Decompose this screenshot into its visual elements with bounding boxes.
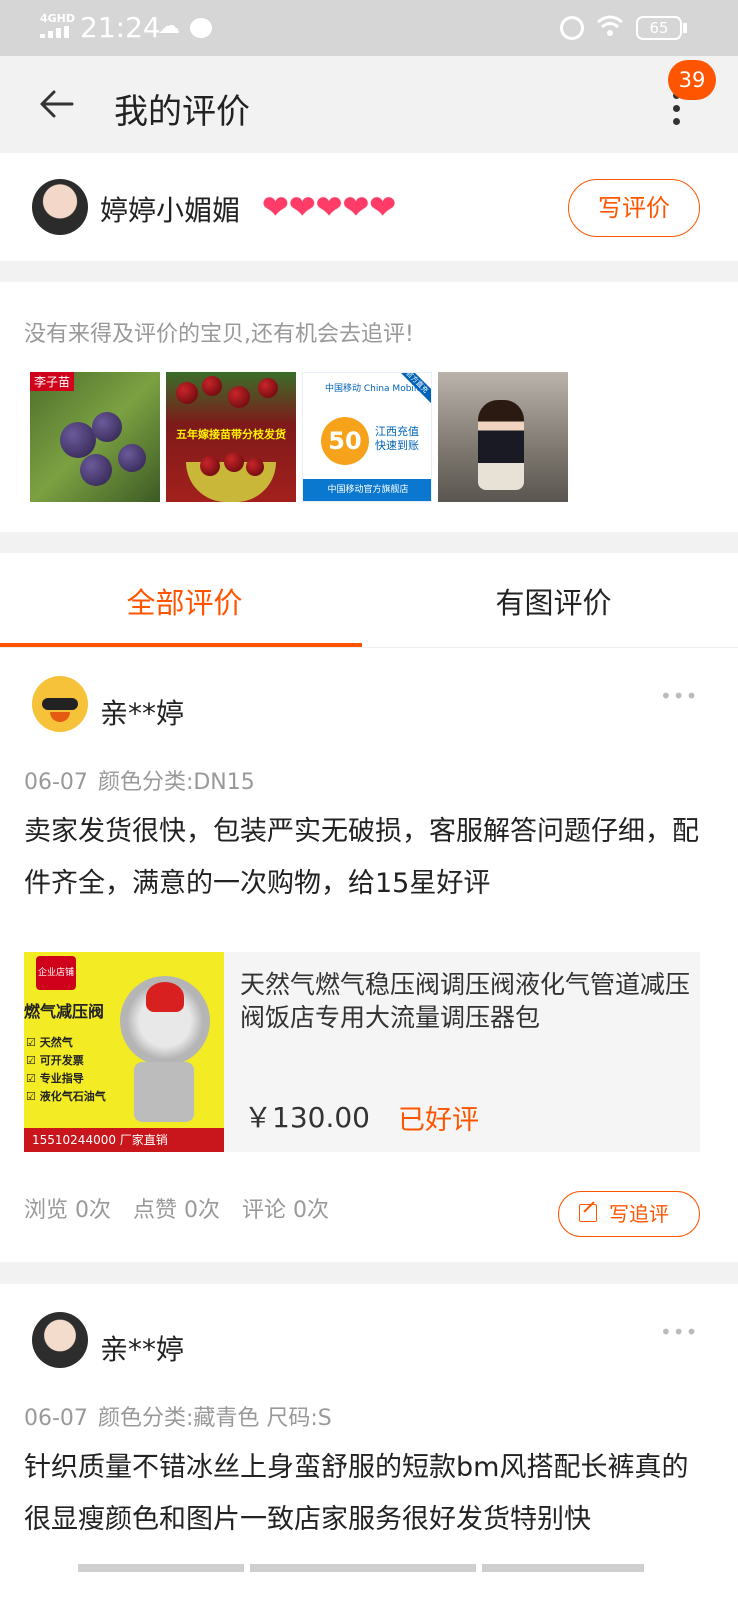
network-type: 4GHD — [40, 12, 76, 25]
signal-icon — [40, 26, 70, 38]
battery-tip — [683, 23, 687, 33]
page-title: 我的评价 — [114, 92, 250, 132]
product-image-bullets: ☑ 天然气 ☑ 可开发票 ☑ 专业指导 ☑ 液化气石油气 — [26, 1036, 106, 1103]
like-count: 点赞 0次 — [133, 1198, 220, 1223]
product-image: 企业店铺 燃气减压阀 ☑ 天然气 ☑ 可开发票 ☑ 专业指导 ☑ 液化气石油气 … — [24, 952, 224, 1152]
review-text: 针织质量不错冰丝上身蛮舒服的短款bm风搭配长裤真的很显瘦颜色和图片一致店家服务很… — [24, 1452, 689, 1535]
tab-all-reviews[interactable]: 全部评价 — [0, 553, 369, 648]
view-count: 浏览 0次 — [24, 1198, 111, 1223]
review-meta: 06-07 颜色分类:DN15 — [24, 764, 265, 796]
review-card: 亲**婷 ••• 06-07 颜色分类:DN15 卖家发货很快，包装严实无破损，客… — [0, 648, 738, 1262]
back-arrow-icon[interactable] — [38, 86, 74, 122]
pending-item-cherry[interactable]: 五年嫁接苗带分枝发货 — [166, 372, 296, 502]
pending-review-section: 没有来得及评价的宝贝,还有机会去追评! 李子苗 五年嫁接苗带分枝发货 中国移动 … — [0, 282, 738, 532]
review-date: 06-07 — [24, 1406, 88, 1431]
battery-icon: 65 — [636, 16, 682, 40]
top-nav: 我的评价 39 — [0, 56, 738, 153]
reviewed-product[interactable]: 企业店铺 燃气减压阀 ☑ 天然气 ☑ 可开发票 ☑ 专业指导 ☑ 液化气石油气 … — [24, 952, 700, 1152]
product-image-footer: 15510244000 厂家直销 — [24, 1128, 224, 1152]
user-name: 婷婷小媚媚 — [100, 194, 241, 227]
reviewer-avatar[interactable] — [32, 1312, 88, 1368]
reviewer-name: 亲**婷 — [100, 697, 185, 730]
heart-icon: ❤ — [262, 188, 289, 226]
store-badge: 企业店铺 — [36, 956, 76, 990]
review-card: 亲**婷 ••• 06-07 颜色分类:藏青色 尺码:S 针织质量不错冰丝上身蛮舒… — [0, 1284, 738, 1600]
alarm-icon — [560, 16, 584, 40]
recharge-text: 江西充值 快速到账 — [375, 425, 419, 452]
review-spec: 颜色分类:藏青色 尺码:S — [97, 1406, 332, 1431]
message-icon — [190, 18, 212, 38]
pending-item-mobile-recharge[interactable]: 中国移动 China Mobile 官方直充 50 江西充值 快速到账 中国移动… — [302, 372, 432, 502]
thumbnail-caption: 五年嫁接苗带分枝发货 — [176, 428, 286, 441]
heart-icon: ❤ — [369, 188, 397, 226]
review-text: 卖家发货很快，包装严实无破损，客服解答问题仔细，配件齐全，满意的一次购物，给15… — [24, 816, 699, 899]
product-title: 天然气燃气稳压阀调压阀液化气管道减压阀饭店专用大流量调压器包 — [240, 970, 691, 1032]
thumbnail-tag: 李子苗 — [30, 372, 75, 391]
notification-badge: 39 — [668, 60, 716, 100]
review-spec: 颜色分类:DN15 — [97, 770, 255, 795]
wifi-icon — [597, 15, 623, 36]
pending-item-plum[interactable]: 李子苗 — [30, 372, 160, 502]
write-followup-label: 写追评 — [609, 1202, 669, 1226]
heart-icon: ❤ — [315, 188, 343, 226]
recharge-amount: 50 — [321, 417, 369, 465]
heart-icon: ❤ — [288, 188, 316, 226]
reviewer-avatar[interactable] — [32, 676, 88, 732]
review-status: 已好评 — [398, 1105, 479, 1136]
user-avatar[interactable] — [32, 179, 88, 235]
clock: 21:24 — [80, 11, 161, 44]
write-review-button[interactable]: 写评价 — [568, 179, 700, 237]
review-tabs: 全部评价 有图评价 — [0, 553, 738, 648]
review-stats: 浏览 0次 点赞 0次 评论 0次 — [24, 1192, 351, 1224]
reviewer-name: 亲**婷 — [100, 1333, 185, 1366]
thumbnail-footer: 中国移动官方旗舰店 — [303, 479, 431, 501]
pending-hint: 没有来得及评价的宝贝,还有机会去追评! — [24, 322, 414, 347]
edit-icon — [579, 1204, 597, 1222]
active-tab-indicator — [0, 643, 362, 647]
product-price: ￥130.00 — [244, 1101, 370, 1134]
more-options-icon[interactable]: ••• — [660, 684, 698, 708]
review-meta: 06-07 颜色分类:藏青色 尺码:S — [24, 1400, 342, 1432]
pending-item-fashion[interactable] — [438, 372, 568, 502]
comment-count: 评论 0次 — [242, 1198, 329, 1223]
user-summary: 婷婷小媚媚 ❤❤❤❤❤ 写评价 — [0, 153, 738, 261]
more-options-icon[interactable]: ••• — [660, 1320, 698, 1344]
review-photos[interactable] — [78, 1564, 658, 1572]
china-mobile-logo: 中国移动 China Mobile — [325, 384, 422, 394]
product-image-heading: 燃气减压阀 — [24, 1002, 105, 1021]
review-date: 06-07 — [24, 770, 88, 795]
heart-icon: ❤ — [342, 188, 370, 226]
reputation-hearts: ❤❤❤❤❤ — [262, 191, 396, 223]
tab-photo-reviews[interactable]: 有图评价 — [369, 553, 738, 648]
cloud-icon: ☁ — [158, 14, 180, 39]
status-bar: 4GHD 21:24 ☁ 65 — [0, 0, 738, 56]
write-followup-button[interactable]: 写追评 — [558, 1191, 700, 1237]
